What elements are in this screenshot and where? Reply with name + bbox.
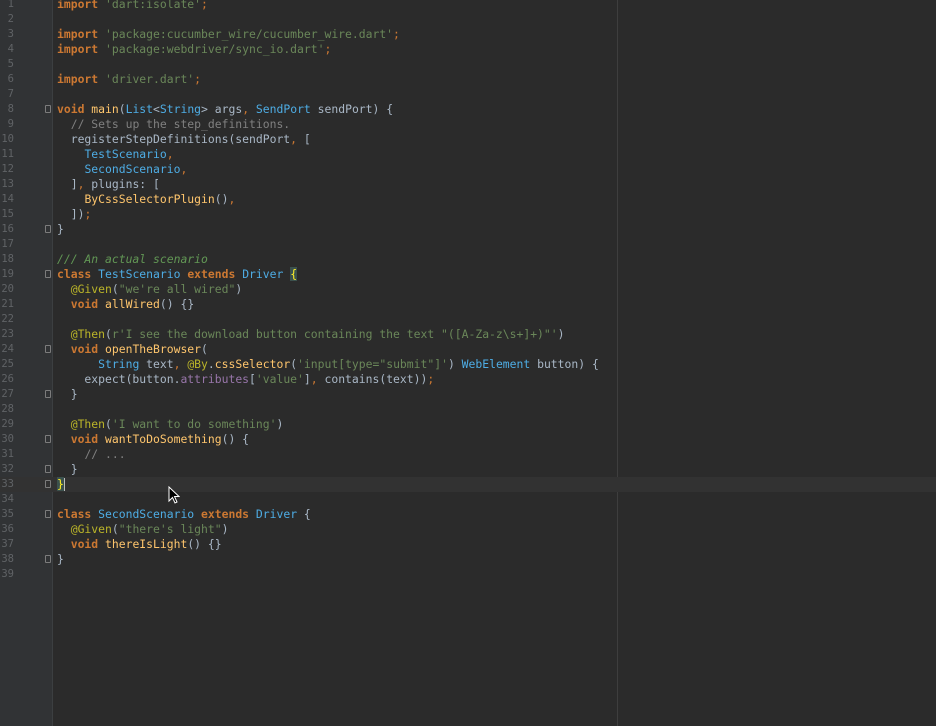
- line-number: 11: [1, 148, 14, 160]
- line-number: 12: [1, 163, 14, 175]
- line-number: 33: [1, 478, 14, 490]
- text-caret: [63, 478, 65, 491]
- line-number: 10: [1, 133, 14, 145]
- code-text: String text, @By.cssSelector('input[type…: [98, 357, 599, 371]
- line-number: 20: [1, 283, 14, 295]
- code-text: registerStepDefinitions(sendPort, [: [57, 132, 311, 146]
- line-number: 9: [7, 118, 14, 130]
- code-text: ], plugins: [: [57, 177, 160, 191]
- code-text: import 'driver.dart';: [57, 72, 202, 86]
- right-margin-guide: [617, 0, 618, 726]
- current-line-highlight: [0, 477, 936, 492]
- fold-marker-icon[interactable]: [45, 270, 51, 278]
- code-text: // ...: [84, 447, 126, 461]
- code-text: ByCssSelectorPlugin(),: [84, 192, 236, 206]
- code-text: import 'dart:isolate';: [57, 0, 208, 11]
- line-number: 28: [1, 403, 14, 415]
- fold-marker-icon[interactable]: [45, 465, 51, 473]
- line-number: 6: [7, 73, 14, 85]
- line-number: 19: [1, 268, 14, 280]
- fold-marker-icon[interactable]: [45, 390, 51, 398]
- line-number: 34: [1, 493, 14, 505]
- code-text: }: [57, 222, 64, 236]
- line-number: 14: [1, 193, 14, 205]
- fold-marker-icon[interactable]: [45, 225, 51, 233]
- fold-marker-icon[interactable]: [45, 555, 51, 563]
- line-number: 5: [7, 58, 14, 70]
- code-text: void wantToDoSomething() {: [70, 432, 250, 446]
- line-number: 35: [1, 508, 14, 520]
- code-text: }: [57, 552, 64, 566]
- code-text: ]);: [57, 207, 92, 221]
- line-number: 7: [7, 88, 14, 100]
- line-number: 8: [7, 103, 14, 115]
- line-number: 17: [1, 238, 14, 250]
- code-text: // Sets up the step_definitions.: [70, 117, 291, 131]
- code-text: }: [57, 387, 78, 401]
- code-text: void main(List<String> args, SendPort se…: [57, 102, 394, 116]
- line-number: 39: [1, 568, 14, 580]
- line-number: 23: [1, 328, 14, 340]
- line-number: 2: [7, 13, 14, 25]
- line-number: 1: [7, 0, 14, 10]
- code-text: @Given("we're all wired"): [70, 282, 243, 296]
- fold-marker-icon[interactable]: [45, 510, 51, 518]
- code-text: void openTheBrowser(: [70, 342, 208, 356]
- code-text: void allWired() {}: [70, 297, 195, 311]
- mouse-pointer-icon: [168, 486, 180, 504]
- line-number: 22: [1, 313, 14, 325]
- line-number: 32: [1, 463, 14, 475]
- code-text: import 'package:cucumber_wire/cucumber_w…: [57, 27, 400, 41]
- code-text: SecondScenario,: [84, 162, 188, 176]
- line-number: 31: [1, 448, 14, 460]
- code-text: @Then(r'I see the download button contai…: [70, 327, 565, 341]
- line-number: 27: [1, 388, 14, 400]
- line-number: 4: [7, 43, 14, 55]
- code-text: import 'package:webdriver/sync_io.dart';: [57, 42, 332, 56]
- line-number: 25: [1, 358, 14, 370]
- line-number: 18: [1, 253, 14, 265]
- code-text: TestScenario,: [84, 147, 174, 161]
- line-number: 13: [1, 178, 14, 190]
- fold-marker-icon[interactable]: [45, 435, 51, 443]
- line-number: 21: [1, 298, 14, 310]
- code-text: /// An actual scenario: [57, 252, 208, 266]
- code-text: void thereIsLight() {}: [70, 537, 222, 551]
- line-number: 3: [7, 28, 14, 40]
- code-text: expect(button.attributes['value'], conta…: [57, 372, 435, 386]
- line-number: 16: [1, 223, 14, 235]
- fold-marker-icon[interactable]: [45, 105, 51, 113]
- line-number: 15: [1, 208, 14, 220]
- fold-marker-icon[interactable]: [45, 480, 51, 488]
- line-number: 29: [1, 418, 14, 430]
- line-number: 30: [1, 433, 14, 445]
- fold-marker-icon[interactable]: [45, 345, 51, 353]
- code-text: }: [57, 462, 78, 476]
- code-text: }: [57, 477, 65, 491]
- line-number: 24: [1, 343, 14, 355]
- code-text: @Given("there's light"): [70, 522, 229, 536]
- code-text: @Then('I want to do something'): [70, 417, 284, 431]
- line-number: 36: [1, 523, 14, 535]
- line-number: 37: [1, 538, 14, 550]
- line-number: 38: [1, 553, 14, 565]
- code-text: class SecondScenario extends Driver {: [57, 507, 311, 521]
- line-number: 26: [1, 373, 14, 385]
- code-text: class TestScenario extends Driver {: [57, 267, 298, 281]
- code-editor[interactable]: 1 import 'dart:isolate'; 2 3 import 'package…: [0, 0, 936, 726]
